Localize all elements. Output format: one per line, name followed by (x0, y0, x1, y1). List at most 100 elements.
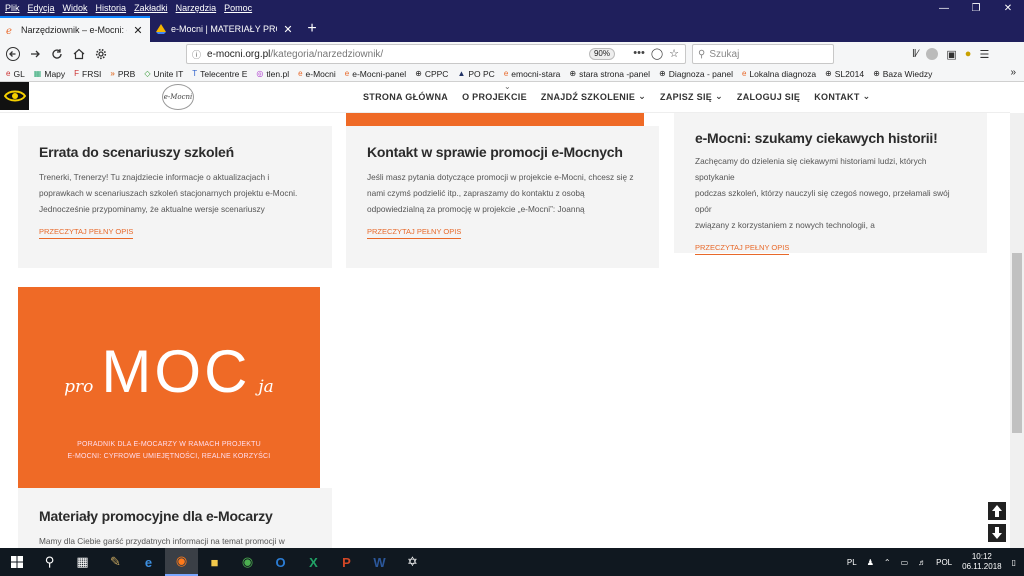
globe-icon: ⊕ (415, 69, 422, 78)
nav-kontakt[interactable]: KONTAKT ⌄ (814, 91, 870, 102)
nav-o-projekcie[interactable]: O PROJEKCIE (462, 91, 527, 102)
tab-close-icon[interactable]: ✕ (282, 23, 294, 36)
taskbar-app-excel[interactable]: X (297, 548, 330, 576)
scrollbar-thumb[interactable] (1012, 253, 1022, 433)
back-button[interactable] (2, 43, 24, 65)
page-scrollbar[interactable] (1010, 113, 1024, 548)
menu-narzedzia[interactable]: Narzędzia (176, 3, 217, 13)
home-button[interactable] (68, 43, 90, 65)
menu-zakladki[interactable]: Zakładki (134, 3, 168, 13)
bookmark-diagnoza[interactable]: ⊕ Diagnoza - panel (659, 69, 733, 79)
globe-icon: ⊕ (569, 69, 577, 78)
windows-taskbar: ⚲ ▦ ✎ e ◉ ■ ◉ O X P W ✡ PL ♟ ⌃ ▭ ♬ POL 1… (0, 548, 1024, 576)
bookmark-popc[interactable]: ▲ PO PC (457, 69, 494, 79)
search-input[interactable]: ⚲ Szukaj (692, 44, 834, 64)
promo-image[interactable]: pro MOC ja PORADNIK DLA E-MOCARZY W RAMA… (18, 287, 320, 488)
new-tab-button[interactable]: + (300, 16, 324, 42)
bookmark-mapy[interactable]: ▦ Mapy (34, 69, 65, 79)
taskbar-app-firefox[interactable]: ◉ (165, 548, 198, 576)
read-more-link[interactable]: PRZECZYTAJ PEŁNY OPIS (39, 227, 134, 239)
accessibility-eye-button[interactable] (0, 82, 29, 110)
page-actions-icon[interactable]: ••• (633, 47, 645, 60)
post-title[interactable]: Errata do scenariuszy szkoleń (39, 144, 311, 160)
read-more-link[interactable]: PRZECZYTAJ PEŁNY OPIS (367, 227, 462, 239)
bookmark-prb[interactable]: » PRB (110, 69, 135, 79)
sidebar-icon[interactable]: ▣ (946, 48, 956, 61)
bookmark-telecentre[interactable]: T Telecentre E (192, 69, 247, 79)
hamburger-menu-icon[interactable]: ☰ (979, 48, 989, 61)
taskbar-app-edge[interactable]: e (132, 548, 165, 576)
close-window-icon[interactable]: ✕ (992, 0, 1024, 16)
site-logo[interactable]: e-Mocni (162, 84, 194, 110)
arrow-up-icon (992, 505, 1002, 517)
bookmark-cppc[interactable]: ⊕ CPPC (415, 69, 448, 79)
tray-chevron-icon[interactable]: ⌃ (884, 558, 891, 567)
bookmark-stara-strona[interactable]: ⊕ stara strona -panel (569, 69, 650, 79)
input-language[interactable]: POL (936, 558, 952, 567)
bookmark-tlen[interactable]: ◎ tlen.pl (256, 69, 289, 79)
menu-widok[interactable]: Widok (63, 3, 88, 13)
tab-close-icon[interactable]: ✕ (132, 24, 144, 37)
restore-icon[interactable]: ❐ (960, 0, 992, 16)
nav-zapisz-sie[interactable]: ZAPISZ SIĘ ⌄ (660, 91, 723, 102)
minimize-icon[interactable]: — (928, 0, 960, 16)
bookmarks-overflow-icon[interactable]: » (1010, 67, 1016, 78)
pocket-icon[interactable]: ◯ (651, 47, 663, 60)
menu-edycja[interactable]: Edycja (28, 3, 55, 13)
bookmark-label: CPPC (424, 68, 449, 79)
scroll-down-button[interactable] (988, 524, 1006, 542)
network-icon[interactable]: ▭ (901, 558, 909, 567)
nav-strona-glowna[interactable]: STRONA GŁÓWNA (363, 91, 448, 102)
reload-button[interactable] (46, 43, 68, 65)
clock[interactable]: 10:12 06.11.2018 (962, 552, 1001, 572)
extension-icon[interactable]: ● (965, 48, 972, 60)
tab-narzedziownik[interactable]: e Narzędziownik – e-Mocni: cyfrowe ✕ (0, 16, 150, 42)
excerpt-line: Trenerki, Trenerzy! Tu znajdziecie infor… (39, 172, 270, 182)
taskbar-app-outlook[interactable]: O (264, 548, 297, 576)
post-title[interactable]: e-Mocni: szukamy ciekawych historii! (695, 130, 966, 146)
settings-button[interactable] (90, 43, 112, 65)
menu-historia[interactable]: Historia (96, 3, 127, 13)
start-button[interactable] (0, 548, 33, 576)
taskbar-app-paint[interactable]: ✎ (99, 548, 132, 576)
menu-plik[interactable]: Plik (5, 3, 20, 13)
post-title[interactable]: Kontakt w sprawie promocji e-Mocnych (367, 144, 638, 160)
language-indicator[interactable]: PL (847, 558, 857, 567)
post-title[interactable]: Materiały promocyjne dla e-Mocarzy (39, 508, 311, 524)
read-more-link[interactable]: PRZECZYTAJ PEŁNY OPIS (695, 243, 790, 255)
bookmark-emocni-panel[interactable]: e e-Mocni-panel (345, 69, 406, 79)
library-icon[interactable]: ‖⁄ (912, 48, 918, 60)
bookmark-emocni-stara[interactable]: e emocni-stara (504, 69, 561, 79)
taskbar-app-word[interactable]: W (363, 548, 396, 576)
bookmark-gl[interactable]: e GL (6, 69, 25, 79)
nav-znajdz-szkolenie[interactable]: ZNAJDŹ SZKOLENIE ⌄ (541, 91, 646, 102)
notifications-icon[interactable]: ▯ (1012, 558, 1016, 567)
nav-zaloguj-sie[interactable]: ZALOGUJ SIĘ (737, 91, 800, 102)
bookmark-baza-wiedzy[interactable]: ⊕ Baza Wiedzy (873, 69, 932, 79)
people-icon[interactable]: ♟ (867, 558, 874, 567)
menu-pomoc[interactable]: Pomoc (224, 3, 252, 13)
taskbar-app-slack[interactable]: ✡ (396, 548, 429, 576)
taskbar-app-powerpoint[interactable]: P (330, 548, 363, 576)
scroll-up-button[interactable] (988, 502, 1006, 520)
arrow-down-icon (992, 527, 1002, 539)
bookmark-frsi[interactable]: F FRSI (74, 69, 101, 79)
taskbar-app-explorer[interactable]: ■ (198, 548, 231, 576)
tab-materialy-promocyjne[interactable]: e-Mocni | MATERIAŁY PROMOCYJNE ✕ (150, 16, 300, 42)
volume-icon[interactable]: ♬ (918, 558, 926, 567)
bookmark-sl2014[interactable]: ⊕ SL2014 (825, 69, 864, 79)
url-bar[interactable]: ⓘ e-mocni.org.pl/kategoria/narzedziownik… (186, 44, 686, 64)
url-path: /kategoria/narzedziownik/ (270, 48, 384, 60)
nav-collapse-chevron-icon[interactable]: ⌄ (504, 82, 511, 91)
bookmark-emocni[interactable]: e e-Mocni (298, 69, 336, 79)
info-icon[interactable]: ⓘ (192, 48, 201, 61)
addon-badge-icon[interactable] (926, 48, 939, 60)
task-view-button[interactable]: ▦ (66, 548, 99, 576)
bookmark-unite-it[interactable]: ◇ Unite IT (144, 69, 183, 79)
forward-button[interactable] (24, 43, 46, 65)
bookmark-star-icon[interactable]: ☆ (669, 47, 679, 60)
taskbar-search-button[interactable]: ⚲ (33, 548, 66, 576)
bookmark-lokalna[interactable]: e Lokalna diagnoza (742, 69, 816, 79)
taskbar-app-chrome[interactable]: ◉ (231, 548, 264, 576)
zoom-level-badge[interactable]: 90% (588, 48, 615, 60)
